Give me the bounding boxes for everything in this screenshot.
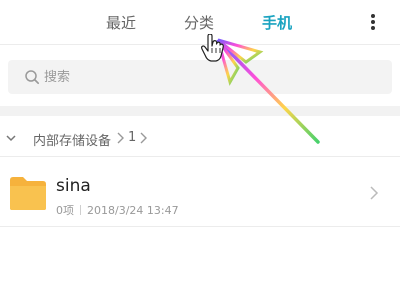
- search-bar[interactable]: [8, 60, 392, 94]
- chevron-right-icon: [140, 132, 147, 144]
- folder-icon: [10, 177, 46, 210]
- file-name: sina: [56, 176, 91, 196]
- breadcrumb-divider: [0, 156, 400, 157]
- chevron-right-icon: [117, 132, 124, 144]
- more-dot-icon: [371, 14, 375, 18]
- chevron-down-icon[interactable]: [4, 131, 18, 145]
- breadcrumb-current[interactable]: 1: [128, 130, 136, 145]
- tab-recent[interactable]: 最近: [106, 12, 136, 33]
- meta-divider: [80, 205, 81, 215]
- file-meta: 0项 2018/3/24 13:47: [56, 202, 179, 218]
- tab-phone[interactable]: 手机: [262, 12, 292, 33]
- hand-cursor-icon: [201, 34, 224, 62]
- more-options-button[interactable]: [362, 10, 384, 34]
- chevron-right-icon[interactable]: [368, 184, 380, 202]
- item-count: 0项: [56, 204, 74, 217]
- breadcrumb: 内部存储设备 1: [0, 126, 400, 152]
- breadcrumb-root[interactable]: 内部存储设备: [33, 130, 111, 149]
- list-divider: [0, 226, 400, 227]
- section-separator: [0, 106, 400, 116]
- tab-category[interactable]: 分类: [184, 12, 214, 33]
- more-dot-icon: [371, 26, 375, 30]
- search-input[interactable]: [44, 60, 364, 94]
- more-dot-icon: [371, 20, 375, 24]
- list-item[interactable]: sina 0项 2018/3/24 13:47: [0, 160, 400, 224]
- search-icon: [25, 70, 40, 85]
- modified-date: 2018/3/24 13:47: [87, 204, 179, 217]
